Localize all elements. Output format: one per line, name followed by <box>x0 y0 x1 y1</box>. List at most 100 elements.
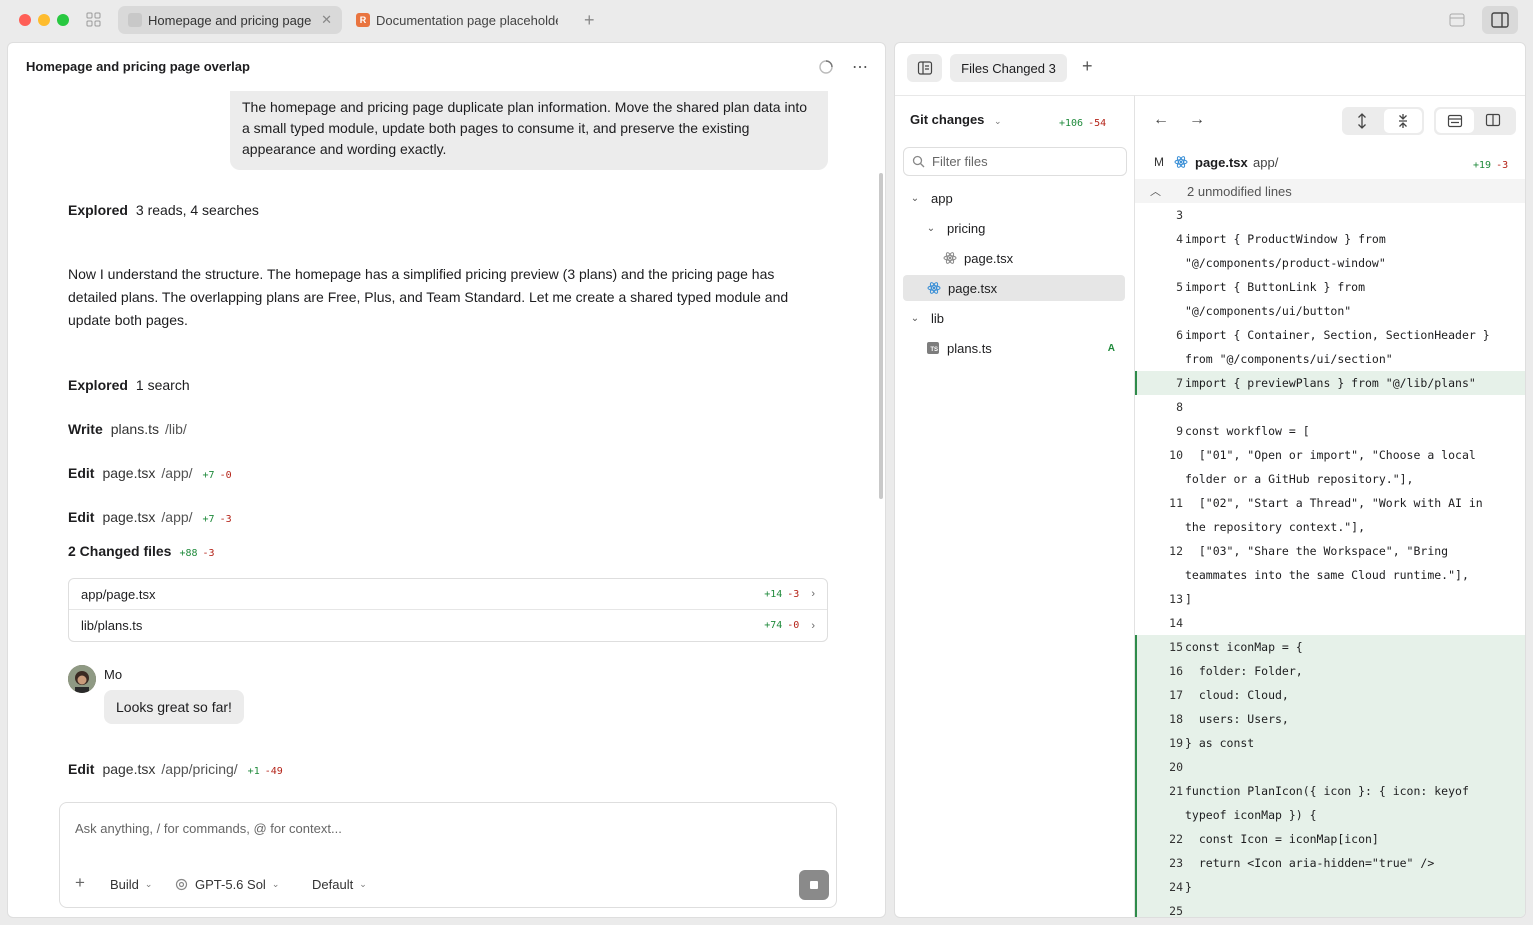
line-number: 11 <box>1169 496 1183 510</box>
explored-step[interactable]: Explored 3 reads, 4 searches <box>68 202 259 218</box>
deletions-count: -54 <box>1088 118 1107 129</box>
file-path: app/page.tsx <box>81 586 156 602</box>
grid-icon[interactable] <box>86 12 102 28</box>
loading-spinner-icon <box>818 59 834 75</box>
line-number: 6 <box>1176 328 1183 342</box>
toggle-tree-button[interactable] <box>907 54 942 82</box>
edit-step[interactable]: Edit page.tsx/app/ +7 -0 <box>68 465 232 481</box>
minimize-window-button[interactable] <box>38 14 50 26</box>
code-text: "@/components/product-window" <box>1185 256 1386 270</box>
code-text: "@/components/ui/button" <box>1185 304 1352 318</box>
git-changes-dropdown[interactable]: Git changes ⌄ <box>910 112 1002 127</box>
forward-arrow-icon[interactable]: → <box>1189 111 1205 129</box>
git-changes-label: Git changes <box>910 112 985 127</box>
tree-file-plans[interactable]: TS plans.ts A <box>903 335 1125 361</box>
file-tree-sidebar: Git changes ⌄ +106 -54 Filter files ⌄ app… <box>895 95 1135 917</box>
tree-folder-lib[interactable]: ⌄ lib <box>903 305 1125 331</box>
back-arrow-icon[interactable]: ← <box>1153 111 1169 129</box>
filter-placeholder: Filter files <box>932 154 988 169</box>
step-label: Edit <box>68 465 95 481</box>
code-text: function PlanIcon({ icon }: { icon: keyo… <box>1185 784 1469 798</box>
chat-panel: Homepage and pricing page overlap ⋯ The … <box>7 42 886 918</box>
tree-label: page.tsx <box>948 280 998 296</box>
code-text: cloud: Cloud, <box>1185 688 1289 702</box>
deletions-count: -3 <box>202 548 215 559</box>
code-line: 25 <box>1135 899 1525 917</box>
code-text: } <box>1185 880 1192 894</box>
diff-file-path: app/ <box>1253 155 1279 170</box>
tree-file-pricing-page[interactable]: page.tsx <box>903 245 1125 271</box>
changed-file-row[interactable]: app/page.tsx +14 -3 › <box>69 579 827 610</box>
edit-step[interactable]: Edit page.tsx/app/pricing/ +1 -49 <box>68 761 283 777</box>
reply-author: Mo <box>104 667 123 682</box>
tree-folder-pricing[interactable]: ⌄ pricing <box>903 215 1125 241</box>
build-dropdown[interactable]: Build ⌄ <box>110 877 152 892</box>
composer-input[interactable]: Ask anything, / for commands, @ for cont… <box>75 821 342 836</box>
add-tab-plus-icon[interactable]: + <box>1082 56 1093 77</box>
code-text: import { previewPlans } from "@/lib/plan… <box>1185 376 1476 390</box>
line-number: 8 <box>1176 400 1183 414</box>
add-attachment-button[interactable]: + <box>75 873 85 893</box>
step-label: Edit <box>68 509 95 525</box>
tree-label: lib <box>931 310 945 326</box>
filter-files-input[interactable]: Filter files <box>903 147 1127 176</box>
new-tab-plus-icon[interactable]: + <box>584 10 595 31</box>
collapse-all-icon[interactable] <box>1384 109 1422 133</box>
tab-documentation[interactable]: R Documentation page placeholder <box>346 6 568 34</box>
model-icon <box>175 878 188 891</box>
deletions-count: -3 <box>787 588 800 600</box>
code-text: const Icon = iconMap[icon] <box>1185 832 1379 846</box>
unmodified-lines-row[interactable]: ︿ 2 unmodified lines <box>1135 179 1525 203</box>
edit-step[interactable]: Edit page.tsx/app/ +7 -3 <box>68 509 232 525</box>
changed-files-heading: 2 Changed files +88 -3 <box>68 543 215 559</box>
sidebar-toggle-icon[interactable] <box>1482 6 1518 34</box>
explored-step[interactable]: Explored 1 search <box>68 377 190 393</box>
composer: Ask anything, / for commands, @ for cont… <box>59 802 837 908</box>
model-label: GPT-5.6 Sol <box>195 877 266 892</box>
deletions-count: -3 <box>1496 160 1509 171</box>
code-line: 18 users: Users, <box>1135 707 1525 731</box>
code-line: folder or a GitHub repository."], <box>1135 467 1525 491</box>
additions-count: +74 <box>764 620 783 631</box>
status-badge: A <box>1107 342 1115 354</box>
thread-icon <box>128 13 142 27</box>
chat-scrollbar[interactable] <box>879 173 883 499</box>
model-dropdown[interactable]: GPT-5.6 Sol ⌄ <box>175 877 279 892</box>
line-number: 23 <box>1169 856 1183 870</box>
code-line: typeof iconMap }) { <box>1135 803 1525 827</box>
close-window-button[interactable] <box>19 14 31 26</box>
chevron-down-icon: ⌄ <box>144 879 153 889</box>
code-text: ["02", "Start a Thread", "Work with AI i… <box>1185 496 1483 510</box>
mode-dropdown[interactable]: Default ⌄ <box>312 877 367 892</box>
tree-file-app-page[interactable]: page.tsx <box>903 275 1125 301</box>
more-options-icon[interactable]: ⋯ <box>852 57 869 77</box>
unified-view-icon[interactable] <box>1436 109 1474 133</box>
code-line: 19} as const <box>1135 731 1525 755</box>
write-step[interactable]: Write plans.ts/lib/ <box>68 421 187 437</box>
code-line: 11 ["02", "Start a Thread", "Work with A… <box>1135 491 1525 515</box>
code-line: the repository context."], <box>1135 515 1525 539</box>
react-icon <box>943 251 957 265</box>
code-text: const workflow = [ <box>1185 424 1310 438</box>
layout-icon[interactable] <box>1448 11 1466 29</box>
deletions-count: -0 <box>787 620 800 631</box>
close-icon[interactable]: ✕ <box>321 12 332 28</box>
split-view-icon[interactable] <box>1485 113 1501 127</box>
tab-homepage-pricing[interactable]: Homepage and pricing page overlap ✕ <box>118 6 342 34</box>
expand-all-icon[interactable] <box>1355 113 1369 129</box>
reply-bubble: Looks great so far! <box>104 690 244 724</box>
line-number: 9 <box>1176 424 1183 438</box>
code-text: ] <box>1185 592 1192 606</box>
maximize-window-button[interactable] <box>57 14 69 26</box>
changed-files-label: 2 Changed files <box>68 543 172 559</box>
code-line: "@/components/ui/button" <box>1135 299 1525 323</box>
code-text: const iconMap = { <box>1185 640 1303 654</box>
code-line: from "@/components/ui/section" <box>1135 347 1525 371</box>
changed-file-row[interactable]: lib/plans.ts +74 -0 › <box>69 610 827 641</box>
line-number: 16 <box>1169 664 1183 678</box>
tab-files-changed[interactable]: Files Changed 3 <box>950 54 1067 82</box>
react-icon <box>1174 155 1188 169</box>
code-line: 20 <box>1135 755 1525 779</box>
stop-button[interactable] <box>799 870 829 900</box>
tree-folder-app[interactable]: ⌄ app <box>903 185 1125 211</box>
